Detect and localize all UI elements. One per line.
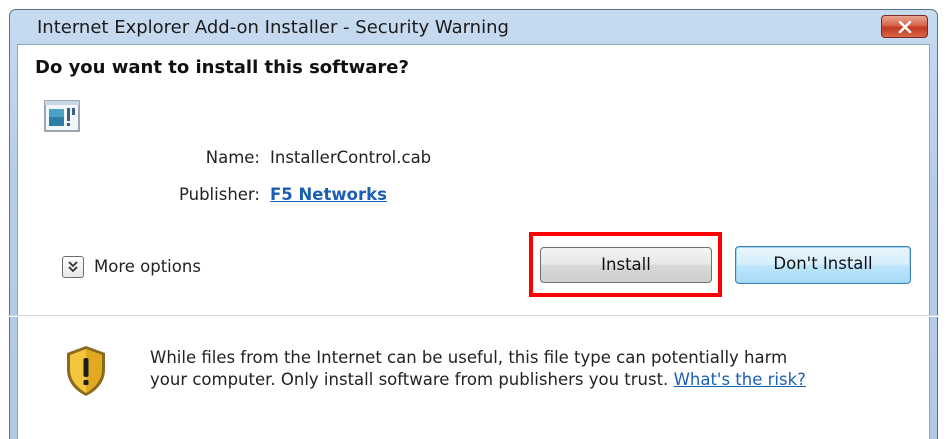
title-bar[interactable]: Internet Explorer Add-on Installer - Sec… bbox=[10, 10, 937, 44]
more-options-label: More options bbox=[94, 257, 201, 276]
divider bbox=[8, 315, 939, 317]
whats-the-risk-link[interactable]: What's the risk? bbox=[674, 370, 806, 389]
publisher-label: Publisher: bbox=[178, 185, 260, 204]
warning-line-2: your computer. Only install software fro… bbox=[150, 369, 920, 391]
warning-line-2-text: your computer. Only install software fro… bbox=[150, 370, 669, 389]
dont-install-button[interactable]: Don't Install bbox=[735, 246, 911, 284]
dialog-heading: Do you want to install this software? bbox=[35, 57, 409, 78]
activex-control-icon bbox=[44, 100, 80, 132]
name-value: InstallerControl.cab bbox=[270, 148, 432, 167]
warning-message: While files from the Internet can be use… bbox=[150, 347, 920, 391]
publisher-link[interactable]: F5 Networks bbox=[270, 185, 387, 204]
install-highlight-box bbox=[529, 232, 722, 297]
shield-warning-icon bbox=[67, 346, 105, 396]
double-chevron-down-icon[interactable] bbox=[62, 256, 84, 278]
close-button[interactable] bbox=[881, 15, 928, 38]
name-label: Name: bbox=[205, 148, 260, 167]
warning-line-1: While files from the Internet can be use… bbox=[150, 348, 788, 367]
window-title: Internet Explorer Add-on Installer - Sec… bbox=[37, 17, 509, 38]
close-x-icon bbox=[898, 21, 912, 33]
